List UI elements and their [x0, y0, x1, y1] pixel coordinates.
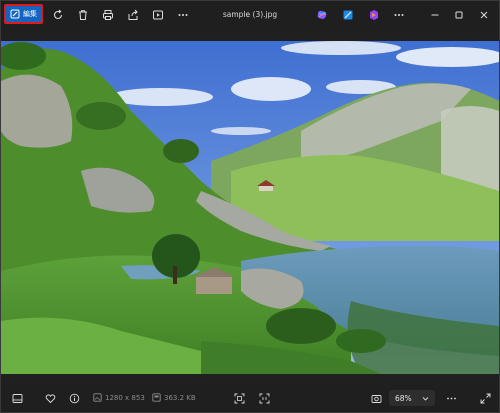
share-icon[interactable] — [126, 8, 140, 22]
image-editor-app-icon[interactable] — [341, 8, 355, 22]
copilot-icon[interactable] — [315, 8, 329, 22]
photo-canvas[interactable] — [1, 41, 499, 374]
dimensions-text: 1280 x 853 — [105, 393, 145, 402]
top-toolbar: 編集 sample (3).jpg — [1, 1, 499, 31]
chevron-down-icon — [422, 396, 429, 401]
info-icon[interactable] — [68, 392, 80, 404]
actual-size-icon[interactable] — [258, 392, 270, 404]
clipchamp-icon[interactable] — [367, 8, 381, 22]
maximize-icon[interactable] — [452, 8, 466, 22]
delete-icon[interactable] — [76, 8, 90, 22]
zoom-level-value: 68% — [395, 393, 412, 403]
file-size: 363.2 KB — [152, 393, 196, 402]
slideshow-icon[interactable] — [151, 8, 165, 22]
landscape-photo — [1, 41, 499, 374]
close-icon[interactable] — [477, 8, 491, 22]
image-dimensions: 1280 x 853 — [93, 393, 145, 402]
favorite-heart-icon[interactable] — [44, 392, 56, 404]
edit-button[interactable]: 編集 — [4, 4, 43, 24]
file-size-icon — [152, 393, 161, 402]
more-options-bottom-icon[interactable] — [445, 392, 457, 404]
more-options-icon[interactable] — [176, 8, 190, 22]
print-icon[interactable] — [101, 8, 115, 22]
file-name-title: sample (3).jpg — [222, 10, 278, 19]
bottom-statusbar: 1280 x 853 363.2 KB 68% — [1, 384, 499, 412]
fit-to-window-icon[interactable] — [233, 392, 245, 404]
image-size-icon — [93, 393, 102, 402]
zoom-level-dropdown[interactable]: 68% — [389, 390, 435, 406]
fullscreen-icon[interactable] — [479, 392, 491, 404]
screenshot-camera-icon[interactable] — [370, 392, 382, 404]
edit-button-label: 編集 — [23, 10, 37, 18]
more-apps-icon[interactable] — [392, 8, 406, 22]
filmstrip-icon[interactable] — [11, 392, 23, 404]
minimize-icon[interactable] — [428, 8, 442, 22]
photos-app-window: 編集 sample (3).jpg 1280 x 853 363.2 KB 68… — [0, 0, 500, 413]
rotate-icon[interactable] — [51, 8, 65, 22]
edit-image-icon — [10, 9, 20, 19]
file-size-text: 363.2 KB — [164, 393, 196, 402]
